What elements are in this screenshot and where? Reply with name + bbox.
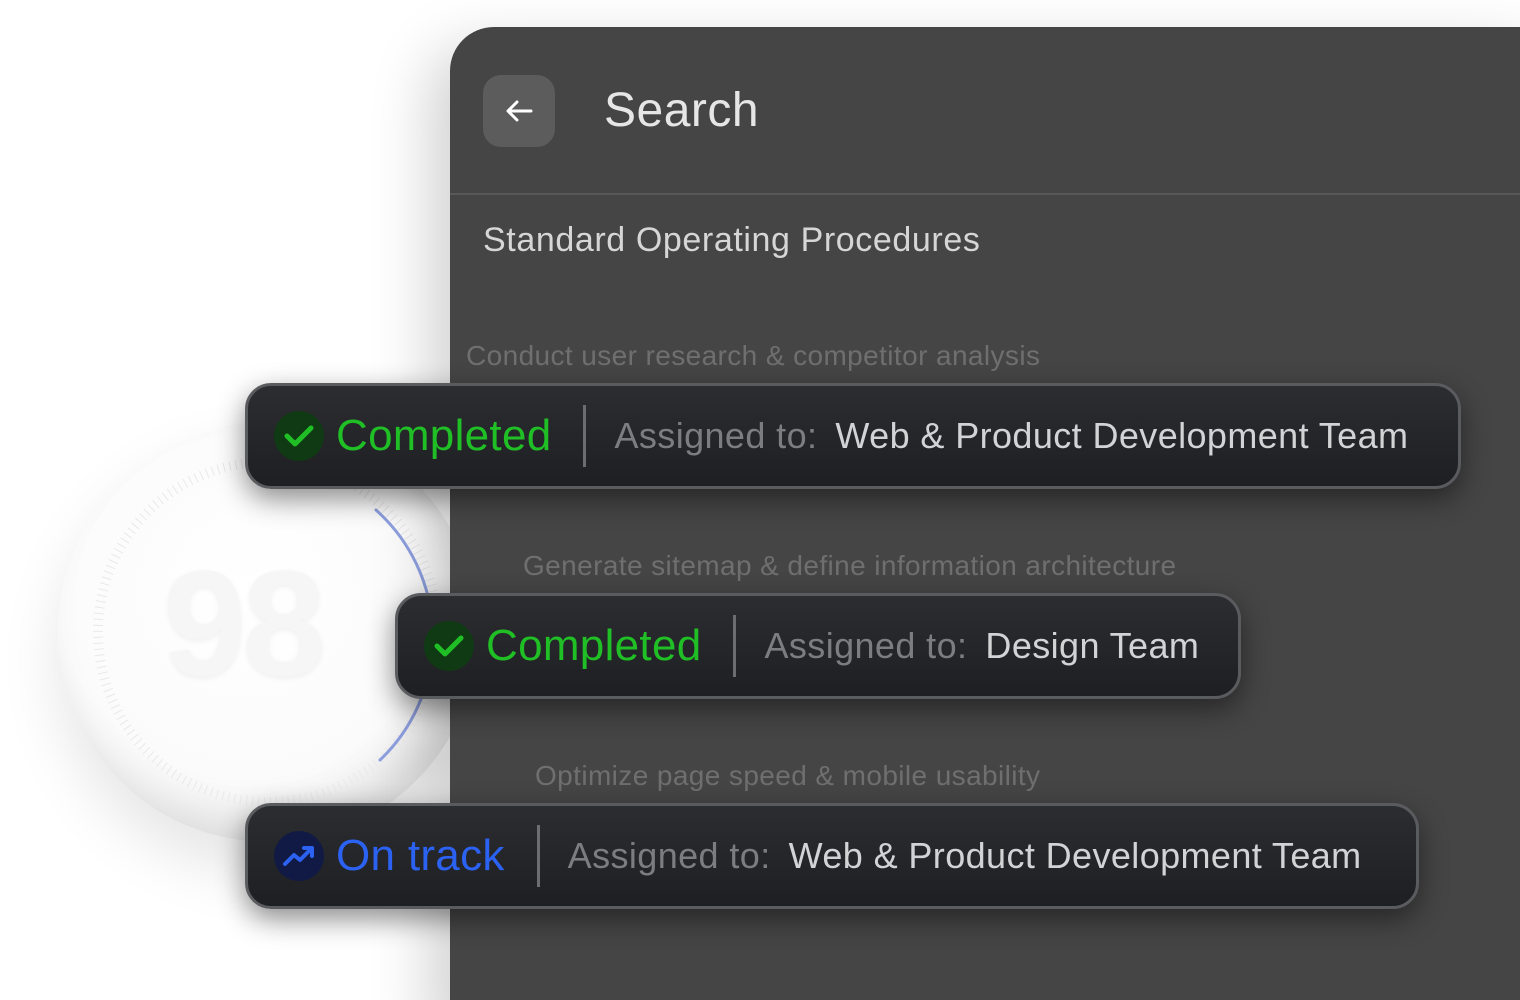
pill-divider (583, 405, 587, 467)
task-status-card[interactable]: Completed Assigned to: Design Team (395, 593, 1241, 699)
stage: 98 Search Standard Operating Procedures … (0, 0, 1520, 1000)
assigned-label: Assigned to: (764, 625, 968, 666)
status-label: Completed (336, 411, 552, 460)
status-label: On track (336, 831, 505, 880)
checkmark-icon (284, 425, 314, 447)
pill-divider (733, 615, 737, 677)
assigned-label: Assigned to: (567, 835, 771, 876)
task-name: Optimize page speed & mobile usability (535, 760, 1041, 791)
dial-score: 98 (163, 539, 326, 707)
pill-divider (536, 825, 540, 887)
assigned-team: Web & Product Development Team (788, 835, 1362, 876)
assigned-team: Design Team (985, 625, 1200, 666)
checkmark-icon (434, 635, 464, 657)
section-title: Standard Operating Procedures (483, 221, 981, 259)
status-icon (424, 621, 474, 671)
panel-header: Search (450, 27, 1520, 195)
back-button[interactable] (483, 75, 555, 147)
page-title: Search (604, 84, 760, 137)
assigned-team: Web & Product Development Team (835, 415, 1409, 456)
status-icon (274, 411, 324, 461)
status-label: Completed (486, 621, 702, 670)
task-name: Conduct user research & competitor analy… (466, 340, 1041, 371)
trending-up-icon (283, 846, 314, 866)
task-status-card[interactable]: Completed Assigned to: Web & Product Dev… (245, 383, 1461, 489)
arrow-left-icon (506, 100, 533, 122)
assigned-label: Assigned to: (614, 415, 818, 456)
task-status-card[interactable]: On track Assigned to: Web & Product Deve… (245, 803, 1419, 909)
status-icon (274, 831, 324, 881)
task-name: Generate sitemap & define information ar… (523, 550, 1177, 581)
